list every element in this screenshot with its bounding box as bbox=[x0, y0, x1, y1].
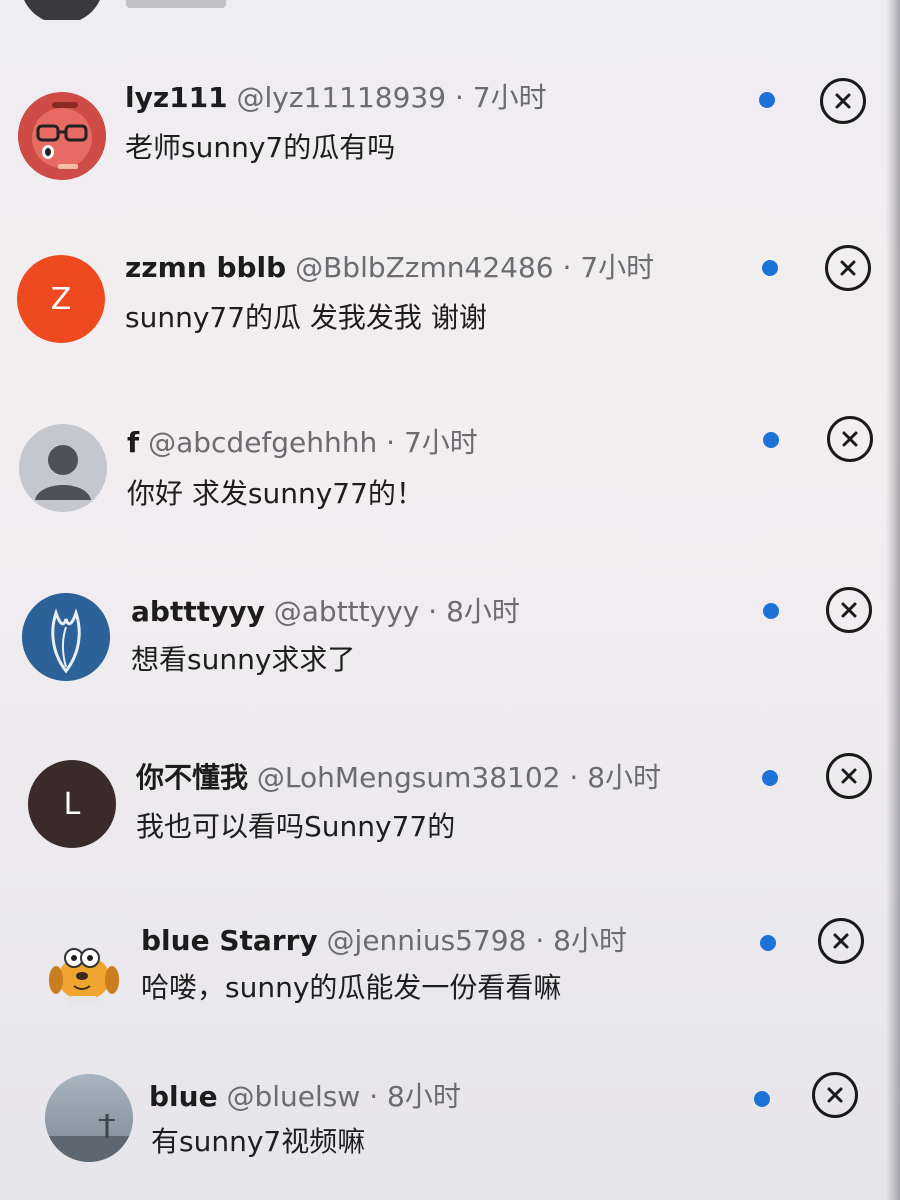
clipped-text bbox=[126, 0, 226, 8]
notification-text: 哈喽，sunny的瓜能发一份看看嘛 bbox=[141, 971, 562, 1004]
dismiss-button[interactable] bbox=[826, 753, 872, 799]
close-icon bbox=[827, 1087, 843, 1103]
separator: · bbox=[454, 81, 464, 114]
unread-indicator bbox=[754, 1091, 770, 1107]
unread-indicator bbox=[760, 935, 776, 951]
unread-indicator bbox=[759, 92, 775, 108]
notification-header: f @abcdefgehhhh · 7小时 bbox=[127, 426, 478, 460]
user-handle[interactable]: @jennius5798 bbox=[327, 924, 527, 957]
notification-row[interactable]: L 你不懂我 @LohMengsum38102 · 8小时 我也可以看吗Sunn… bbox=[0, 752, 900, 882]
close-icon bbox=[841, 768, 857, 784]
notification-text: 想看sunny求求了 bbox=[131, 643, 356, 676]
dismiss-button[interactable] bbox=[825, 245, 871, 291]
avatar[interactable]: Z bbox=[17, 255, 105, 343]
timestamp: 8小时 bbox=[387, 1080, 461, 1113]
previous-notification-partial bbox=[0, 0, 900, 20]
user-handle[interactable]: @BblbZzmn42486 bbox=[295, 251, 554, 284]
dismiss-button[interactable] bbox=[827, 416, 873, 462]
timestamp: 7小时 bbox=[403, 426, 478, 459]
separator: · bbox=[428, 595, 438, 628]
user-handle[interactable]: @lyz11118939 bbox=[237, 81, 447, 114]
dismiss-button[interactable] bbox=[812, 1072, 858, 1118]
unread-indicator bbox=[762, 260, 778, 276]
avatar[interactable] bbox=[38, 928, 126, 1016]
close-icon bbox=[840, 260, 856, 276]
user-name[interactable]: abtttyyy bbox=[131, 595, 265, 628]
timestamp: 7小时 bbox=[472, 81, 547, 114]
red-cartoon-face-icon bbox=[18, 92, 106, 180]
cartoon-dog-icon bbox=[49, 948, 119, 1004]
notification-text: 老师sunny7的瓜有吗 bbox=[125, 131, 396, 164]
avatar-letter: Z bbox=[50, 281, 72, 317]
close-icon bbox=[841, 602, 857, 618]
notification-row[interactable]: abtttyyy @abtttyyy · 8小时 想看sunny求求了 bbox=[0, 584, 900, 714]
separator: · bbox=[562, 251, 572, 284]
timestamp: 8小时 bbox=[553, 924, 627, 957]
notification-row[interactable]: blue Starry @jennius5798 · 8小时 哈喽，sunny的… bbox=[0, 918, 900, 1048]
screen-edge bbox=[886, 0, 900, 1200]
default-person-icon bbox=[19, 424, 107, 512]
separator: · bbox=[386, 426, 396, 459]
user-name[interactable]: lyz111 bbox=[125, 81, 228, 114]
avatar[interactable] bbox=[19, 424, 107, 512]
notification-row[interactable]: lyz111 @lyz11118939 · 7小时 老师sunny7的瓜有吗 bbox=[0, 72, 900, 202]
timestamp: 8小时 bbox=[587, 761, 662, 794]
user-name[interactable]: zzmn bblb bbox=[125, 251, 286, 284]
notification-text: 你好 求发sunny77的！ bbox=[127, 477, 424, 510]
user-name[interactable]: blue bbox=[149, 1080, 218, 1113]
notification-header: blue @bluelsw · 8小时 bbox=[149, 1080, 461, 1114]
avatar[interactable]: L bbox=[28, 760, 116, 848]
notification-header: abtttyyy @abtttyyy · 8小时 bbox=[131, 595, 520, 629]
notification-row[interactable]: Z zzmn bblb @BblbZzmn42486 · 7小时 sunny77… bbox=[0, 240, 900, 370]
unread-indicator bbox=[763, 432, 779, 448]
user-name[interactable]: f bbox=[127, 426, 139, 459]
blue-leaf-icon bbox=[22, 593, 110, 681]
dismiss-button[interactable] bbox=[826, 587, 872, 633]
unread-indicator bbox=[762, 770, 778, 786]
avatar[interactable] bbox=[22, 593, 110, 681]
separator: · bbox=[535, 924, 545, 957]
unread-indicator bbox=[763, 603, 779, 619]
notification-header: blue Starry @jennius5798 · 8小时 bbox=[141, 924, 627, 958]
notification-header: zzmn bblb @BblbZzmn42486 · 7小时 bbox=[125, 251, 654, 285]
user-name[interactable]: blue Starry bbox=[141, 924, 318, 957]
dismiss-button[interactable] bbox=[818, 918, 864, 964]
user-handle[interactable]: @abtttyyy bbox=[274, 595, 420, 628]
notification-text: 我也可以看吗Sunny77的 bbox=[136, 810, 456, 843]
timestamp: 8小时 bbox=[446, 595, 520, 628]
notification-row[interactable]: blue @bluelsw · 8小时 有sunny7视频嘛 bbox=[0, 1070, 900, 1200]
notification-text: 有sunny7视频嘛 bbox=[151, 1125, 366, 1158]
notification-row[interactable]: f @abcdefgehhhh · 7小时 你好 求发sunny77的！ bbox=[0, 414, 900, 544]
user-handle[interactable]: @abcdefgehhhh bbox=[148, 426, 377, 459]
separator: · bbox=[369, 1080, 379, 1113]
sky-photo-icon bbox=[45, 1074, 133, 1162]
user-handle[interactable]: @bluelsw bbox=[226, 1080, 360, 1113]
user-name[interactable]: 你不懂我 bbox=[136, 761, 248, 794]
close-icon bbox=[833, 933, 849, 949]
separator: · bbox=[569, 761, 579, 794]
avatar bbox=[20, 0, 104, 20]
avatar[interactable] bbox=[18, 92, 106, 180]
user-handle[interactable]: @LohMengsum38102 bbox=[257, 761, 561, 794]
close-icon bbox=[842, 431, 858, 447]
notification-text: sunny77的瓜 发我发我 谢谢 bbox=[125, 301, 487, 334]
notification-header: lyz111 @lyz11118939 · 7小时 bbox=[125, 81, 547, 115]
timestamp: 7小时 bbox=[580, 251, 655, 284]
avatar[interactable] bbox=[45, 1074, 133, 1162]
dismiss-button[interactable] bbox=[820, 78, 866, 124]
close-icon bbox=[835, 93, 851, 109]
avatar-letter: L bbox=[63, 786, 81, 822]
notification-header: 你不懂我 @LohMengsum38102 · 8小时 bbox=[136, 761, 661, 795]
notification-list: lyz111 @lyz11118939 · 7小时 老师sunny7的瓜有吗 Z… bbox=[0, 0, 900, 1200]
